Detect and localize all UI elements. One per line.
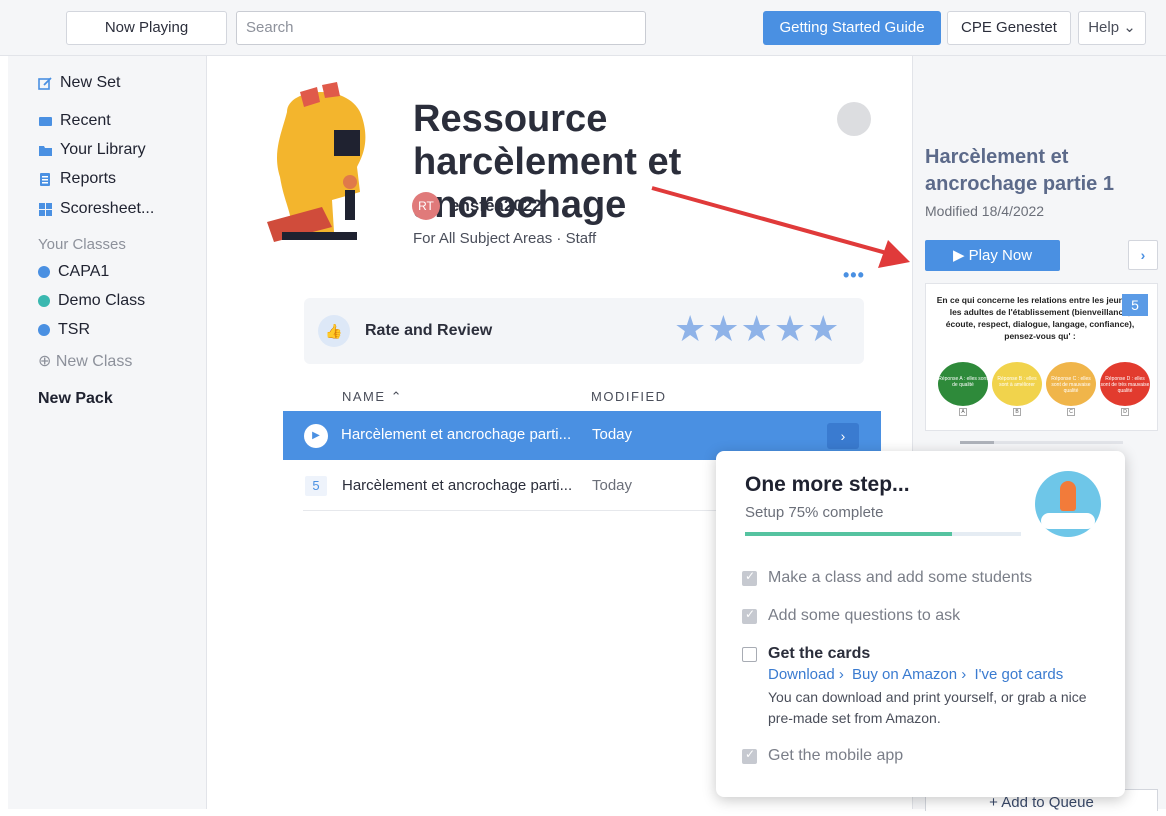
play-now-button[interactable]: ▶ Play Now <box>925 240 1060 271</box>
answer-a: Réponse A : elles sont de qualité <box>938 362 988 406</box>
answer-letter: D <box>1121 408 1129 416</box>
chevron-right-icon[interactable]: › <box>827 423 859 449</box>
task-mobile-app[interactable]: Get the mobile app <box>742 747 903 765</box>
task-label: Get the cards <box>768 645 871 662</box>
task-make-class[interactable]: Make a class and add some students <box>742 569 1032 587</box>
buy-on-amazon-link[interactable]: Buy on Amazon › <box>852 666 966 683</box>
question-preview[interactable]: En ce qui concerne les relations entre l… <box>925 283 1158 431</box>
setup-progress-bar <box>745 532 1021 536</box>
new-pack-link[interactable]: New Pack <box>38 390 113 408</box>
column-header-modified[interactable]: MODIFIED <box>591 389 667 404</box>
question-count-badge: 5 <box>1122 294 1148 316</box>
question-count-badge: 5 <box>305 476 327 496</box>
setup-progress-popup: One more step... Setup 75% complete Make… <box>716 451 1125 797</box>
sidebar-item-library[interactable]: Your Library <box>38 141 146 159</box>
got-cards-link[interactable]: I've got cards <box>974 666 1063 683</box>
setup-subtitle: Setup 75% complete <box>745 504 884 521</box>
checkbox[interactable] <box>742 569 757 586</box>
class-label: CAPA1 <box>58 263 110 280</box>
row-name: Harcèlement et ancrochage parti... <box>342 477 573 494</box>
recent-icon <box>38 114 52 128</box>
sidebar-item-reports[interactable]: Reports <box>38 170 116 188</box>
sidebar: New Set Recent Your Library Reports Scor… <box>8 56 207 809</box>
red-arrow-annotation <box>651 186 910 268</box>
task-label: Add some questions to ask <box>768 607 961 624</box>
search-input[interactable]: Search <box>236 11 646 45</box>
subject-info: For All Subject Areas · Staff <box>413 230 597 247</box>
sidebar-item-label: Your Library <box>60 141 146 158</box>
set-title: Harcèlement et ancrochage partie 1 <box>925 146 1114 195</box>
answer-c: Réponse C : elles sont de mauvaise quali… <box>1046 362 1096 406</box>
avatar[interactable]: RT <box>412 192 440 220</box>
sidebar-item-scoresheet[interactable]: Scoresheet... <box>38 200 154 218</box>
class-dot-icon <box>38 295 50 307</box>
card-links: Download › Buy on Amazon › I've got card… <box>768 666 1067 683</box>
answer-letter: B <box>1013 408 1021 416</box>
rate-review-panel: 👍 Rate and Review ★★★★★ <box>304 298 864 364</box>
task-get-cards[interactable]: Get the cards <box>742 645 870 663</box>
task-label: Get the mobile app <box>768 747 904 764</box>
class-label: Demo Class <box>58 292 146 309</box>
author-name[interactable]: ensfea2022 <box>450 196 542 216</box>
cards-description: You can download and print yourself, or … <box>768 689 1087 726</box>
sidebar-item-recent[interactable]: Recent <box>38 112 111 130</box>
row-modified: Today <box>592 426 633 443</box>
now-playing-button[interactable]: Now Playing <box>66 11 227 45</box>
sidebar-item-label: Reports <box>60 170 117 187</box>
sidebar-item-new-set[interactable]: New Set <box>38 74 120 92</box>
answer-d: Réponse D : elles sont de très mauvaise … <box>1100 362 1150 406</box>
head-puzzle-illustration <box>267 82 366 242</box>
getting-started-guide-button[interactable]: Getting Started Guide <box>763 11 941 45</box>
folder-icon <box>38 143 52 157</box>
sidebar-class-capa1[interactable]: CAPA1 <box>38 263 109 281</box>
sidebar-item-label: Scoresheet... <box>60 200 155 217</box>
answer-letter: A <box>959 408 967 416</box>
edit-icon <box>38 76 52 90</box>
class-label: TSR <box>58 321 90 338</box>
chevron-right-icon[interactable]: › <box>1128 240 1158 270</box>
class-dot-icon <box>38 266 50 278</box>
thumbs-up-icon: 👍 <box>318 315 350 347</box>
play-icon[interactable]: ▶ <box>304 424 328 448</box>
star-rating[interactable]: ★★★★★ <box>674 308 840 350</box>
top-bar: Now Playing Search Getting Started Guide… <box>0 0 1166 56</box>
sidebar-item-label: Recent <box>60 112 111 129</box>
sidebar-class-demo[interactable]: Demo Class <box>38 292 145 310</box>
setup-title: One more step... <box>745 473 910 496</box>
modified-date: Modified 18/4/2022 <box>925 203 1045 219</box>
sidebar-class-tsr[interactable]: TSR <box>38 321 90 339</box>
rate-review-label: Rate and Review <box>365 322 493 339</box>
reports-icon <box>38 172 52 186</box>
new-pack-label: New Pack <box>38 390 113 407</box>
download-link[interactable]: Download › <box>768 666 844 683</box>
account-button[interactable]: CPE Genestet <box>947 11 1071 45</box>
rocket-icon <box>1035 471 1101 537</box>
your-classes-heading: Your Classes <box>38 236 126 253</box>
grid-icon <box>38 202 52 216</box>
checkbox[interactable] <box>742 646 757 662</box>
help-menu-button[interactable]: Help ⌄ <box>1078 11 1146 45</box>
globe-icon[interactable] <box>837 102 871 136</box>
question-text: En ce qui concerne les relations entre l… <box>936 295 1144 341</box>
column-header-name[interactable]: NAME ⌃ <box>342 389 403 405</box>
task-add-questions[interactable]: Add some questions to ask <box>742 607 960 625</box>
sidebar-item-label: New Set <box>60 74 121 91</box>
task-label: Make a class and add some students <box>768 569 1033 586</box>
checkbox[interactable] <box>742 747 757 764</box>
new-class-link[interactable]: ⊕ New Class <box>38 351 132 371</box>
preview-scrollbar[interactable] <box>960 441 1123 444</box>
checkbox[interactable] <box>742 607 757 624</box>
class-dot-icon <box>38 324 50 336</box>
answer-letter: C <box>1067 408 1075 416</box>
answer-b: Réponse B : elles sont à améliorer <box>992 362 1042 406</box>
row-modified: Today <box>592 477 633 494</box>
row-name: Harcèlement et ancrochage parti... <box>341 426 572 443</box>
